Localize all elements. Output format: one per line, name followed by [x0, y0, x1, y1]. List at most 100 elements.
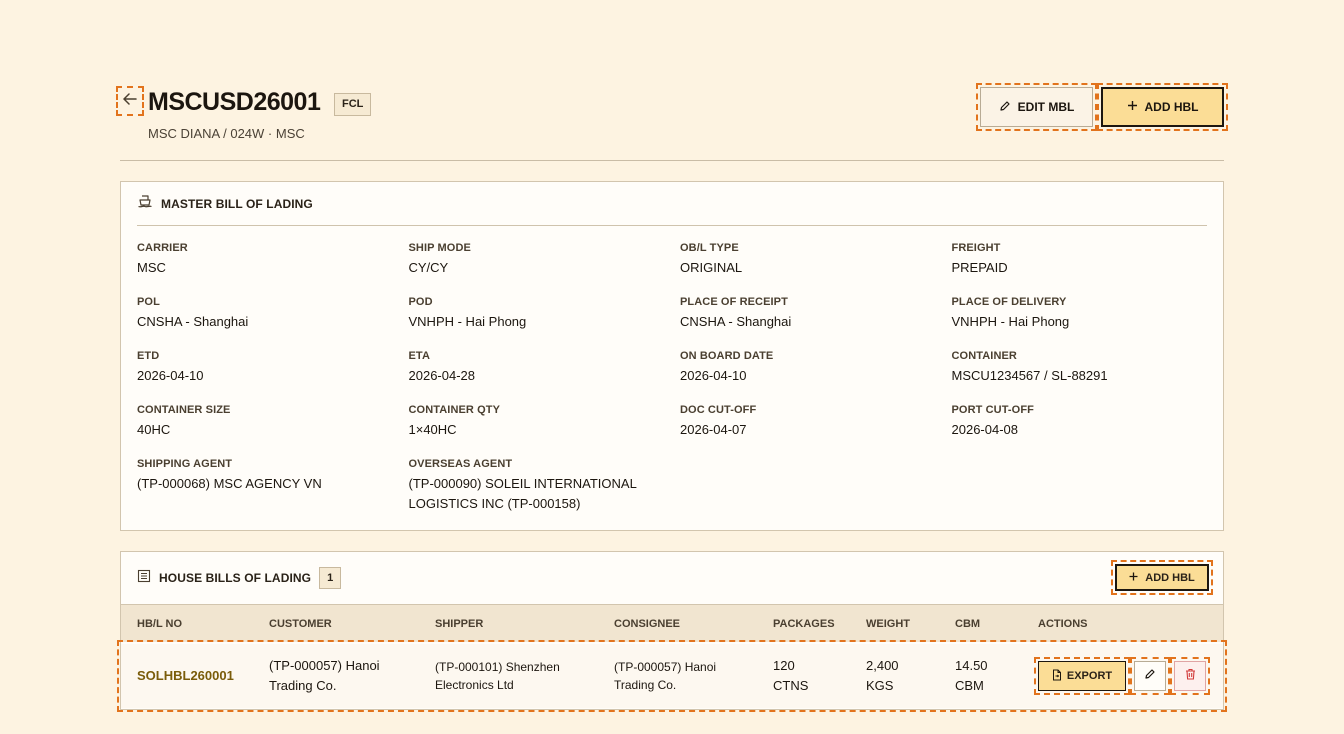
field-carrier: CARRIER MSC	[137, 242, 409, 296]
field-label: PLACE OF DELIVERY	[951, 296, 1067, 308]
field-label: ETD	[137, 350, 160, 362]
edit-mbl-label: EDIT MBL	[1017, 100, 1075, 114]
field-value: 2026-04-07	[680, 422, 747, 437]
cell-packages: 120 CTNS	[773, 658, 809, 693]
field-value: (TP-000090) SOLEIL INTERNATIONAL LOGISTI…	[408, 476, 637, 511]
field-label: OB/L TYPE	[680, 242, 739, 254]
field-value: 1×40HC	[408, 422, 457, 437]
cell-cbm: 14.50 CBM	[955, 658, 988, 693]
export-label: EXPORT	[1066, 670, 1113, 682]
field-label: ETA	[408, 350, 430, 362]
field-label: SHIPPING AGENT	[137, 458, 233, 470]
field-value: MSC	[137, 260, 166, 275]
field-value: ORIGINAL	[680, 260, 743, 275]
field-value: MSCU1234567 / SL-88291	[951, 368, 1108, 383]
field-value: CY/CY	[408, 260, 449, 275]
field-label: CONTAINER	[951, 350, 1017, 362]
field-obl-type: OB/L TYPE ORIGINAL	[680, 242, 952, 296]
field-port-cut-off: PORT CUT-OFF 2026-04-08	[952, 404, 1224, 458]
cell-customer: (TP-000057) Hanoi Trading Co.	[269, 658, 380, 693]
field-freight: FREIGHT PREPAID	[952, 242, 1224, 296]
list-icon	[137, 569, 151, 588]
master-bl-title: MASTER BILL OF LADING	[161, 196, 313, 211]
cell-consignee: (TP-000057) Hanoi Trading Co.	[614, 660, 717, 692]
col-customer: CUSTOMER	[269, 618, 332, 630]
field-container-qty: CONTAINER QTY 1×40HC	[409, 404, 681, 458]
field-on-board-date: ON BOARD DATE 2026-04-10	[680, 350, 952, 404]
field-label: PLACE OF RECEIPT	[680, 296, 788, 308]
page-title: MSCUSD26001	[148, 88, 321, 116]
field-container: CONTAINER MSCU1234567 / SL-88291	[952, 350, 1224, 404]
master-bl-header: MASTER BILL OF LADING	[137, 182, 1207, 226]
field-pol: POL CNSHA - Shanghai	[137, 296, 409, 350]
field-label: OVERSEAS AGENT	[408, 458, 513, 470]
field-value: CNSHA - Shanghai	[680, 314, 792, 329]
field-label: PORT CUT-OFF	[951, 404, 1034, 416]
trash-icon	[1185, 667, 1196, 685]
field-container-size: CONTAINER SIZE 40HC	[137, 404, 409, 458]
cell-shipper: (TP-000101) Shenzhen Electronics Ltd	[435, 660, 560, 692]
page-header: MSCUSD26001 FCL MSC DIANA / 024W · MSC E…	[116, 83, 1228, 161]
field-value: PREPAID	[951, 260, 1008, 275]
add-hbl-small-label: ADD HBL	[1145, 571, 1195, 584]
field-value: 40HC	[137, 422, 171, 437]
add-hbl-button[interactable]: ADD HBL	[1097, 83, 1228, 131]
plus-icon	[1129, 572, 1138, 584]
house-bl-panel: HOUSE BILLS OF LADING 1 ADD HBL HB/L NO …	[117, 551, 1227, 712]
master-bl-fields: CARRIER MSC SHIP MODE CY/CY OB/L TYPE ORIGI…	[137, 242, 1223, 512]
edit-row-button[interactable]	[1130, 657, 1170, 695]
field-pod: POD VNHPH - Hai Phong	[409, 296, 681, 350]
add-hbl-label: ADD HBL	[1144, 100, 1199, 114]
master-bl-panel: MASTER BILL OF LADING CARRIER MSC SHIP MO…	[120, 181, 1224, 531]
field-value: VNHPH - Hai Phong	[951, 314, 1070, 329]
pencil-icon	[999, 100, 1011, 115]
field-value: 2026-04-08	[951, 422, 1019, 437]
field-overseas-agent: OVERSEAS AGENT (TP-000090) SOLEIL INTERNA…	[409, 458, 681, 512]
field-value: VNHPH - Hai Phong	[408, 314, 527, 329]
field-ship-mode: SHIP MODE CY/CY	[409, 242, 681, 296]
col-consignee: CONSIGNEE	[614, 618, 681, 630]
hbl-number-link[interactable]: SOLHBL260001	[137, 666, 234, 686]
field-label: SHIP MODE	[408, 242, 471, 254]
field-label: CARRIER	[137, 242, 188, 254]
house-bl-count: 1	[319, 567, 342, 589]
pencil-icon	[1144, 667, 1156, 685]
field-label: POL	[137, 296, 160, 308]
field-value: 2026-04-10	[680, 368, 747, 383]
field-eta: ETA 2026-04-28	[409, 350, 681, 404]
table-row[interactable]: SOLHBL260001 (TP-000057) Hanoi Trading C…	[117, 640, 1227, 712]
house-bl-title: HOUSE BILLS OF LADING	[159, 571, 312, 585]
arrow-left-icon	[123, 92, 137, 110]
edit-mbl-button[interactable]: EDIT MBL	[976, 83, 1097, 131]
field-value: 2026-04-28	[408, 368, 476, 383]
field-value: CNSHA - Shanghai	[137, 314, 249, 329]
field-label: DOC CUT-OFF	[680, 404, 757, 416]
file-export-icon	[1052, 669, 1062, 684]
field-label: POD	[408, 296, 433, 308]
mode-badge: FCL	[334, 93, 372, 116]
field-value: (TP-000068) MSC AGENCY VN	[137, 476, 322, 491]
plus-icon	[1127, 100, 1138, 114]
page-subtitle: MSC DIANA / 024W · MSC	[148, 126, 305, 141]
field-value: 2026-04-10	[137, 368, 204, 383]
ship-icon	[137, 194, 153, 213]
field-label: CONTAINER SIZE	[137, 404, 231, 416]
field-shipping-agent: SHIPPING AGENT (TP-000068) MSC AGENCY VN	[137, 458, 409, 512]
field-place-of-receipt: PLACE OF RECEIPT CNSHA - Shanghai	[680, 296, 952, 350]
cell-weight: 2,400 KGS	[866, 658, 899, 693]
field-place-of-delivery: PLACE OF DELIVERY VNHPH - Hai Phong	[952, 296, 1224, 350]
back-button[interactable]	[116, 86, 144, 116]
delete-row-button[interactable]	[1170, 657, 1210, 695]
col-actions: ACTIONS	[1038, 618, 1088, 630]
col-cbm: CBM	[955, 618, 981, 630]
field-label: ON BOARD DATE	[680, 350, 774, 362]
field-label: FREIGHT	[951, 242, 1001, 254]
add-hbl-small-button[interactable]: ADD HBL	[1111, 560, 1213, 595]
export-button[interactable]: EXPORT	[1034, 657, 1130, 695]
col-hbl-no: HB/L NO	[137, 618, 183, 630]
table-header: HB/L NO CUSTOMER SHIPPER CONSIGNEE PACKA…	[121, 604, 1223, 642]
house-bl-header: HOUSE BILLS OF LADING 1	[137, 552, 1211, 604]
field-etd: ETD 2026-04-10	[137, 350, 409, 404]
field-label: CONTAINER QTY	[408, 404, 501, 416]
col-shipper: SHIPPER	[435, 618, 484, 630]
